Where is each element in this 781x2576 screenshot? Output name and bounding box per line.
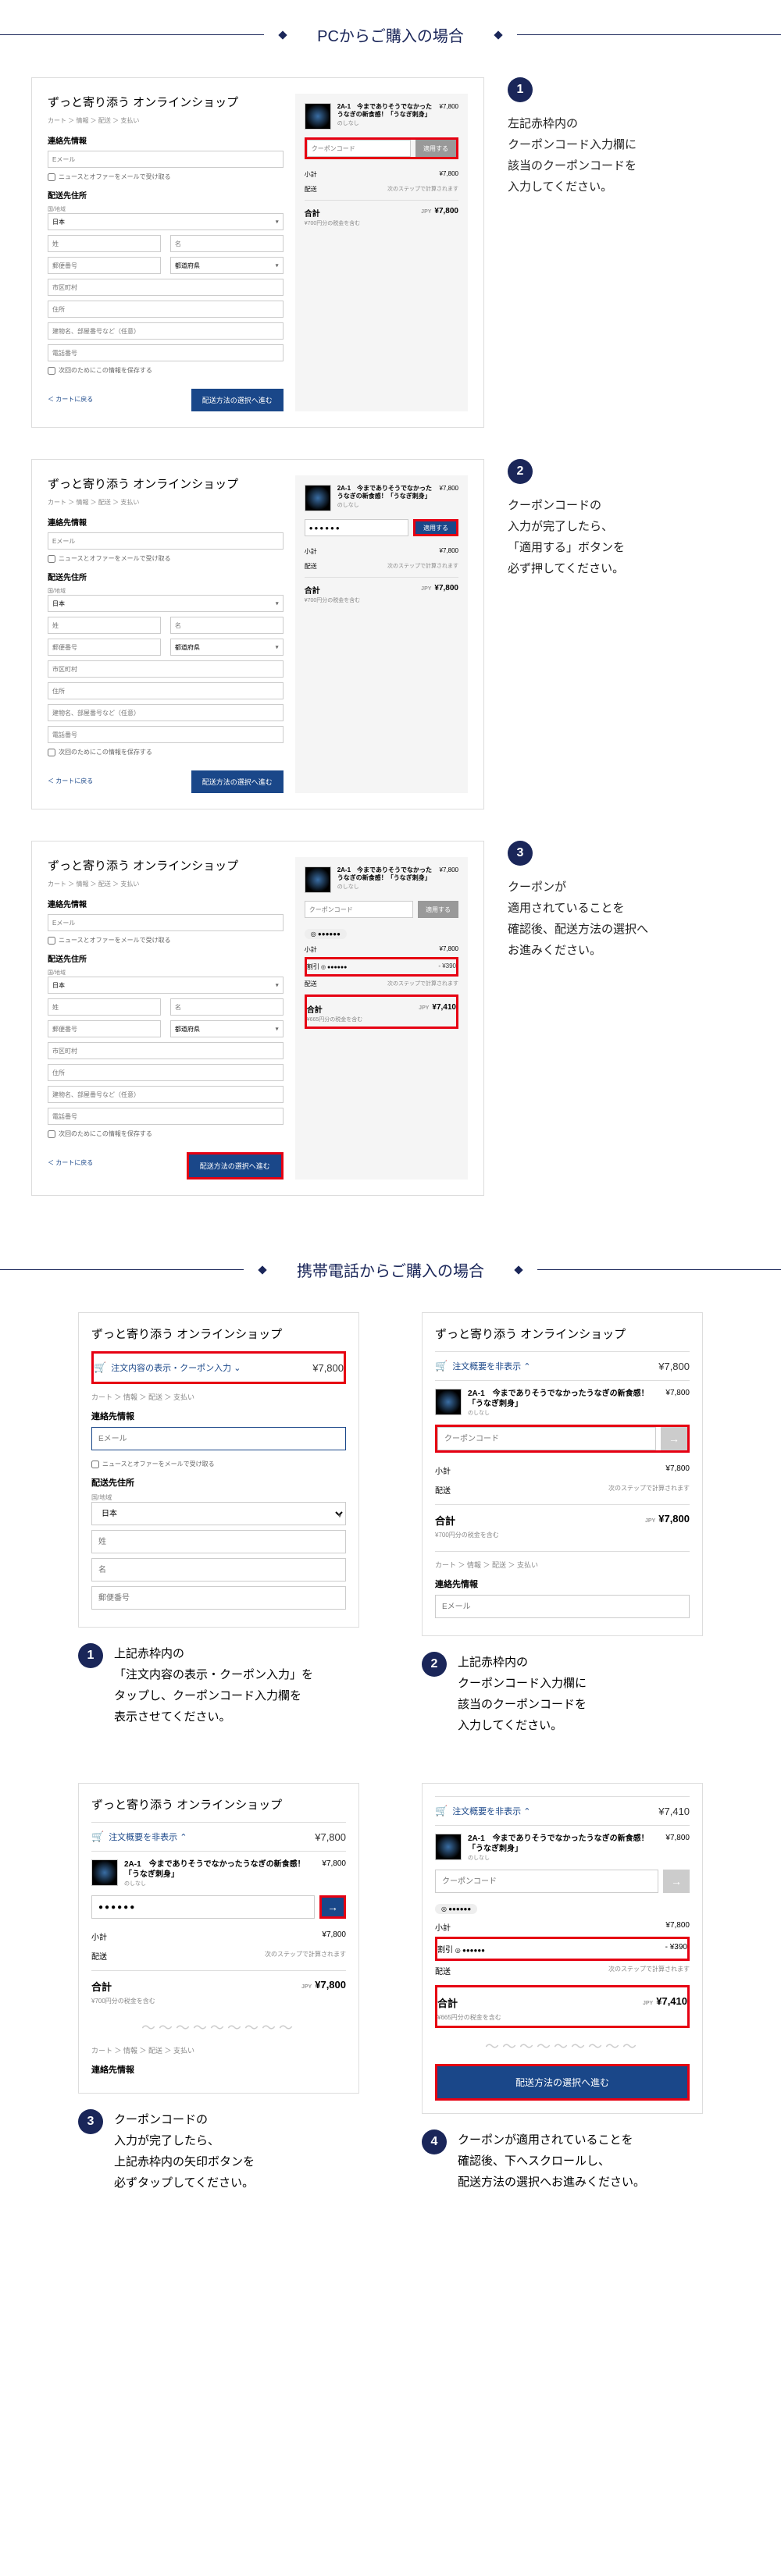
email-field[interactable] [91,1427,346,1450]
divider-line [0,34,264,35]
phone-field[interactable] [48,344,284,361]
wavy-divider: 〜〜〜〜〜〜〜〜〜 [91,2017,346,2037]
breadcrumb: カート ＞ 情報 ＞ 配送 ＞ 支払い [48,116,284,125]
step-badge-1: 1 [508,77,533,102]
pc-section-title: PCからご購入の場合 [317,23,464,46]
product-sub: のしなし [337,119,433,127]
pc-mock-1: ずっと寄り添う オンラインショップ カート ＞ 情報 ＞ 配送 ＞ 支払い 連絡… [31,77,484,428]
total-row-highlighted: 合計¥665円分の税金を含むJPY¥7,410 [305,994,458,1029]
email-field[interactable] [48,151,284,168]
cart-icon: 🛒 [435,1805,448,1816]
mobile-section-title: 携帯電話からご購入の場合 [297,1258,484,1281]
subtotal-label: 小計 [305,170,317,179]
newsletter-checkbox[interactable] [48,173,55,181]
arrow-button-highlighted[interactable]: → [319,1895,346,1919]
mobile-step-2: ずっと寄り添う オンラインショップ 🛒注文概要を非表示 ⌃ ¥7,800 2A-… [422,1312,703,1736]
pc-step-1: ずっと寄り添う オンラインショップ カート ＞ 情報 ＞ 配送 ＞ 支払い 連絡… [31,77,750,428]
arrow-button[interactable]: → [661,1427,687,1450]
mobile-badge-1: 1 [78,1643,103,1668]
discount-amount: - ¥390 [438,962,456,971]
step-badge-3: 3 [508,841,533,866]
mobile-text-3: クーポンコードの 入力が完了したら、 上記赤枠内の矢印ボタンを 必ずタップしてく… [114,2109,255,2194]
building-field[interactable] [48,322,284,340]
step-text-2: クーポンコードの 入力が完了したら、 「適用する」ボタンを 必ず押してください。 [508,495,750,579]
summary-toggle[interactable]: 🛒注文概要を非表示 ⌃ ¥7,800 [435,1351,690,1381]
coupon-apply-button-highlighted[interactable]: 適用する [413,519,458,536]
mobile-badge-2: 2 [422,1652,447,1677]
mobile-badge-3: 3 [78,2109,103,2134]
save-info-checkbox[interactable] [48,367,55,375]
mobile-text-2: 上記赤枠内の クーポンコード入力欄に 該当のクーポンコードを 入力してください。 [458,1652,587,1736]
firstname-field[interactable] [170,235,284,252]
chevron-up-icon: ⌃ [523,1807,530,1816]
pc-mock-2: ずっと寄り添う オンラインショップ カート ＞ 情報 ＞ 配送 ＞ 支払い 連絡… [31,459,484,809]
summary-toggle-highlighted[interactable]: 🛒注文内容の表示・クーポン入力 ⌄ ¥7,800 [91,1351,346,1384]
product-thumbnail [305,103,331,130]
mobile-total-highlighted: 合計¥665円分の税金を含むJPY¥7,410 [435,1985,690,2028]
lastname-field[interactable] [48,235,161,252]
pc-section-header: PCからご購入の場合 [0,23,781,46]
total-label: 合計 [305,210,320,219]
mobile-discount-highlighted: 割引 ◎ ●●●●●●- ¥390 [435,1937,690,1961]
total-sub: ¥700円分の税金を含む [305,221,361,226]
product-name: 2A-1 今までありそうでなかったうなぎの新食感！「うなぎ刺身」 [337,103,433,119]
pc-step-2: ずっと寄り添う オンラインショップ カート ＞ 情報 ＞ 配送 ＞ 支払い 連絡… [31,459,750,809]
cart-icon: 🛒 [91,1831,104,1842]
product-price: ¥7,800 [440,103,458,110]
pc-mock-3: ずっと寄り添う オンラインショップ カート ＞ 情報 ＞ 配送 ＞ 支払い 連絡… [31,841,484,1196]
diamond-icon [494,30,502,39]
pc-step-3: ずっと寄り添う オンラインショップ カート ＞ 情報 ＞ 配送 ＞ 支払い 連絡… [31,841,750,1196]
coupon-input[interactable] [91,1895,315,1919]
step-text-1: 左記赤枠内の クーポンコード入力欄に 該当のクーポンコードを 入力してください。 [508,113,750,197]
step-text-3: クーポンが 適用されていることを 確認後、配送方法の選択へ お進みください。 [508,877,750,961]
mobile-proceed-highlighted[interactable]: 配送方法の選択へ進む [435,2064,690,2101]
coupon-input[interactable] [307,140,411,157]
contact-label: 連絡先情報 [48,134,284,146]
save-info-label: 次回のためにこの情報を保存する [59,366,152,375]
mobile-step-3: ずっと寄り添う オンラインショップ 🛒注文概要を非表示 ⌃ ¥7,800 2A-… [78,1783,359,2194]
chevron-down-icon: ⌄ [234,1364,241,1373]
shop-title: ずっと寄り添う オンラインショップ [48,94,284,110]
total-after: ¥7,410 [432,1003,456,1012]
coupon-input[interactable] [437,1427,656,1450]
discount-row-highlighted: 割引 ◎ ●●●●●●- ¥390 [305,957,458,977]
city-field[interactable] [48,279,284,296]
wavy-divider: 〜〜〜〜〜〜〜〜〜 [435,2036,690,2056]
newsletter-label: ニュースとオファーをメールで受け取る [59,173,171,181]
step-badge-2: 2 [508,459,533,484]
mobile-section-header: 携帯電話からご購入の場合 [0,1258,781,1281]
coupon-apply-button[interactable]: 適用する [415,140,456,157]
diamond-icon [514,1265,522,1274]
diamond-icon [258,1265,266,1274]
cart-icon: 🛒 [94,1361,106,1373]
diamond-icon [278,30,287,39]
coupon-row-highlighted: 適用する [305,137,458,159]
country-select[interactable]: 日本 [48,213,284,230]
coupon-input[interactable] [305,519,408,536]
shipping-label: 配送先住所 [48,189,284,201]
back-to-cart-link[interactable]: ＜ カートに戻る [48,395,93,404]
cart-icon: 🛒 [435,1360,448,1372]
chevron-up-icon: ⌃ [180,1833,187,1842]
mobile-step-1: ずっと寄り添う オンラインショップ 🛒注文内容の表示・クーポン入力 ⌄ ¥7,8… [78,1312,359,1736]
divider-line [517,34,781,35]
mobile-step-4: 🛒注文概要を非表示 ⌃ ¥7,410 2A-1 今までありそうでなかったうなぎの… [422,1783,703,2194]
mobile-text-4: クーポンが適用されていることを 確認後、下へスクロールし、 配送方法の選択へお進… [458,2129,645,2193]
zip-field[interactable] [48,257,161,274]
mobile-badge-4: 4 [422,2129,447,2154]
mobile-coupon-highlighted: → [435,1425,690,1453]
subtotal-value: ¥7,800 [440,170,458,179]
email-field[interactable] [48,532,284,550]
coupon-tag: ◎ ●●●●●● [305,929,347,939]
shipping-note: 次のステップで計算されます [387,185,458,194]
proceed-button[interactable]: 配送方法の選択へ進む [191,389,284,411]
total-value: ¥7,800 [434,207,458,215]
arrow-button[interactable]: → [663,1870,690,1893]
chevron-up-icon: ⌃ [523,1362,530,1372]
mobile-text-1: 上記赤枠内の 「注文内容の表示・クーポン入力」を タップし、クーポンコード入力欄… [114,1643,313,1727]
proceed-button-highlighted[interactable]: 配送方法の選択へ進む [187,1152,284,1179]
prefecture-select[interactable]: 都道府県 [170,257,284,274]
shipping-label: 配送 [305,185,317,194]
address-field[interactable] [48,301,284,318]
